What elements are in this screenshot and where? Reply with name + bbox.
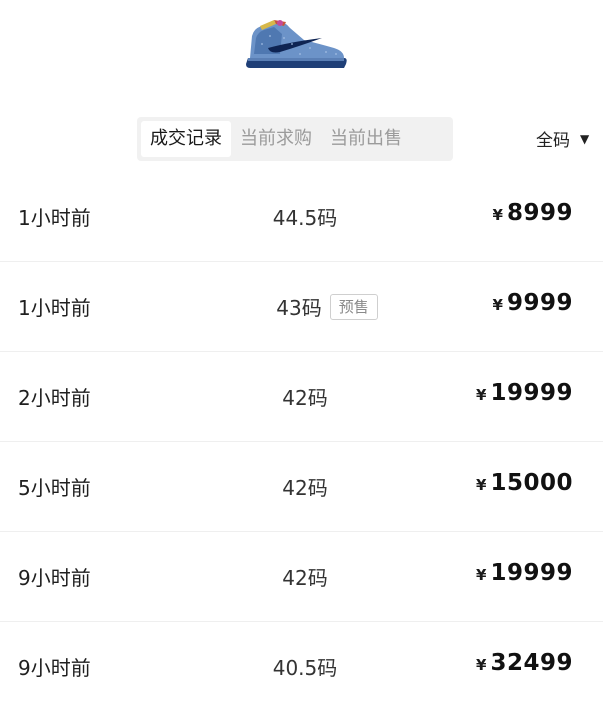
tab-current-bids[interactable]: 当前求购 <box>231 121 321 157</box>
transaction-price: ¥ 19999 <box>476 380 573 406</box>
transaction-row: 9小时前 40.5码 ¥ 32499 <box>0 622 603 711</box>
price-amount: 15000 <box>490 470 573 496</box>
product-thumbnail <box>240 14 352 72</box>
transaction-size: 42码 <box>282 566 328 590</box>
transaction-size: 42码 <box>282 476 328 500</box>
price-amount: 19999 <box>490 560 573 586</box>
transaction-time: 1小时前 <box>18 296 91 320</box>
transaction-row: 9小时前 42码 ¥ 19999 <box>0 532 603 622</box>
currency-symbol: ¥ <box>492 206 503 224</box>
transaction-size: 43码 <box>276 296 322 320</box>
price-amount: 32499 <box>490 650 573 676</box>
transaction-time: 9小时前 <box>18 656 91 680</box>
transaction-price: ¥ 19999 <box>476 560 573 586</box>
price-amount: 8999 <box>506 200 573 226</box>
transaction-size-cell: 44.5码 <box>240 202 370 231</box>
tab-transaction-records[interactable]: 成交记录 <box>141 121 231 157</box>
size-filter-dropdown[interactable]: 全码 ▼ <box>536 126 589 151</box>
record-tabs: 成交记录 当前求购 当前出售 <box>137 117 453 161</box>
transaction-price: ¥ 8999 <box>493 200 573 226</box>
currency-symbol: ¥ <box>476 476 487 494</box>
transaction-time: 1小时前 <box>18 206 91 230</box>
transaction-row: 5小时前 42码 ¥ 15000 <box>0 442 603 532</box>
transaction-list: 1小时前 44.5码 ¥ 8999 1小时前 43码 预售 ¥ 9999 2小时… <box>0 172 603 711</box>
currency-symbol: ¥ <box>476 566 487 584</box>
transaction-row: 2小时前 42码 ¥ 19999 <box>0 352 603 442</box>
transaction-size: 40.5码 <box>272 656 338 680</box>
transaction-row: 1小时前 43码 预售 ¥ 9999 <box>0 262 603 352</box>
transaction-size: 44.5码 <box>272 206 338 230</box>
transaction-time: 9小时前 <box>18 566 91 590</box>
currency-symbol: ¥ <box>476 656 487 674</box>
transaction-size: 42码 <box>282 386 328 410</box>
transaction-size-cell: 40.5码 <box>240 652 370 681</box>
transaction-price: ¥ 9999 <box>493 290 573 316</box>
price-amount: 19999 <box>490 380 573 406</box>
transaction-size-cell: 42码 <box>240 382 370 411</box>
currency-symbol: ¥ <box>492 296 503 314</box>
presale-badge: 预售 <box>329 293 378 320</box>
size-filter-label: 全码 <box>536 131 570 151</box>
price-amount: 9999 <box>506 290 573 316</box>
transaction-time: 2小时前 <box>18 386 91 410</box>
transaction-price: ¥ 32499 <box>476 650 573 676</box>
sneaker-image <box>246 20 347 68</box>
transaction-row: 1小时前 44.5码 ¥ 8999 <box>0 172 603 262</box>
transaction-time: 5小时前 <box>18 476 91 500</box>
transaction-size-cell: 42码 <box>240 562 370 591</box>
transaction-size-cell: 42码 <box>240 472 370 501</box>
transaction-price: ¥ 15000 <box>476 470 573 496</box>
caret-down-icon: ▼ <box>580 131 590 146</box>
currency-symbol: ¥ <box>476 386 487 404</box>
transaction-size-cell: 43码 预售 <box>262 292 392 321</box>
tab-current-asks[interactable]: 当前出售 <box>321 121 411 157</box>
